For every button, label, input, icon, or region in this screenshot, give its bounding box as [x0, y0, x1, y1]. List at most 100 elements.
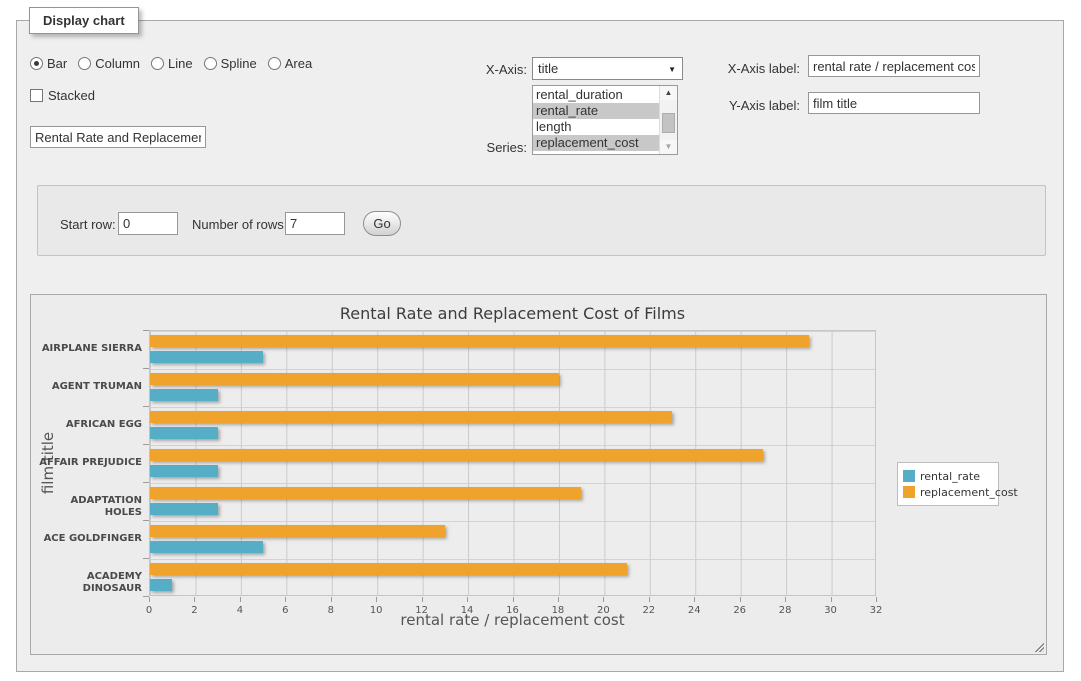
y-axis-tick: [143, 558, 149, 559]
chart-type-option-spline[interactable]: Spline: [204, 56, 257, 71]
series-option-length[interactable]: length: [533, 119, 659, 135]
replacement_cost-bar[interactable]: [150, 449, 763, 461]
x-axis-tick: [149, 597, 150, 602]
go-button[interactable]: Go: [363, 211, 401, 236]
scrollbar-thumb[interactable]: [662, 113, 675, 133]
x-tick-label: 24: [679, 605, 709, 616]
number-of-rows-input[interactable]: [285, 212, 345, 235]
x-axis-tick: [285, 597, 286, 602]
rental_rate-bar[interactable]: [150, 503, 218, 515]
chart-title-input[interactable]: [30, 126, 206, 148]
x-axis-tick: [331, 597, 332, 602]
y-axis-tick: [143, 444, 149, 445]
x-axis-tick: [240, 597, 241, 602]
scroll-down-icon[interactable]: ▼: [660, 140, 677, 154]
x-tick-label: 4: [225, 605, 255, 616]
chart-type-label: Area: [285, 56, 312, 71]
radio-button-icon[interactable]: [30, 57, 43, 70]
x-axis-tick: [422, 597, 423, 602]
start-row-label: Start row:: [60, 217, 116, 232]
plot-area: [149, 330, 876, 596]
display-chart-panel: Display chart BarColumnLineSplineArea St…: [16, 20, 1064, 672]
y-axis-tick: [143, 368, 149, 369]
rental_rate-bar[interactable]: [150, 389, 218, 401]
legend-color-swatch: [903, 470, 915, 482]
legend-item-rental_rate[interactable]: rental_rate: [903, 468, 993, 484]
replacement_cost-bar[interactable]: [150, 411, 672, 423]
series-options: rental_durationrental_ratelengthreplacem…: [533, 86, 659, 154]
replacement_cost-bar[interactable]: [150, 525, 445, 537]
x-tick-label: 10: [361, 605, 391, 616]
scrollbar-track[interactable]: [660, 100, 677, 140]
category-label: AFRICAN EGG: [32, 419, 142, 431]
category-label: ACE GOLDFINGER: [32, 533, 142, 545]
chart-type-label: Bar: [47, 56, 67, 71]
radio-button-icon[interactable]: [151, 57, 164, 70]
scroll-up-icon[interactable]: ▲: [660, 86, 677, 100]
x-axis-tick: [376, 597, 377, 602]
x-axis-select[interactable]: title ▼: [532, 57, 683, 80]
replacement_cost-bar[interactable]: [150, 373, 559, 385]
stacked-option: Stacked: [30, 88, 95, 103]
chart-type-option-column[interactable]: Column: [78, 56, 140, 71]
y-axis-title-input[interactable]: [808, 92, 980, 114]
chart-type-label: Line: [168, 56, 193, 71]
series-option-rental_duration[interactable]: rental_duration: [533, 87, 659, 103]
legend-item-replacement_cost[interactable]: replacement_cost: [903, 484, 993, 500]
x-tick-label: 16: [498, 605, 528, 616]
x-axis-tick: [467, 597, 468, 602]
y-axis-tick: [143, 406, 149, 407]
x-tick-label: 6: [270, 605, 300, 616]
chart-type-radio-group: Bar Column Line Spline Area: [30, 56, 312, 71]
x-tick-label: 12: [407, 605, 437, 616]
chart-type-label: Spline: [221, 56, 257, 71]
legend-series-name: rental_rate: [920, 470, 980, 483]
x-tick-label: 2: [179, 605, 209, 616]
x-axis-tick: [694, 597, 695, 602]
chart-container: Rental Rate and Replacement Cost of Film…: [30, 294, 1047, 655]
replacement_cost-bar[interactable]: [150, 563, 627, 575]
rental_rate-bar[interactable]: [150, 579, 172, 591]
x-tick-label: 32: [861, 605, 891, 616]
y-axis-tick: [143, 482, 149, 483]
x-tick-label: 20: [588, 605, 618, 616]
y-axis-title-label: Y-Axis label:: [700, 98, 800, 113]
chart-type-option-line[interactable]: Line: [151, 56, 193, 71]
series-option-rental_rate[interactable]: rental_rate: [533, 103, 659, 119]
series-listbox-label: Series:: [447, 140, 527, 155]
chart-title: Rental Rate and Replacement Cost of Film…: [149, 304, 876, 323]
replacement_cost-bar[interactable]: [150, 335, 809, 347]
x-tick-label: 22: [634, 605, 664, 616]
y-axis-tick: [143, 330, 149, 331]
rental_rate-bar[interactable]: [150, 465, 218, 477]
x-tick-label: 28: [770, 605, 800, 616]
replacement_cost-bar[interactable]: [150, 487, 581, 499]
x-axis-tick: [194, 597, 195, 602]
rental_rate-bar[interactable]: [150, 351, 263, 363]
number-of-rows-label: Number of rows:: [192, 217, 287, 232]
radio-button-icon[interactable]: [78, 57, 91, 70]
category-label: AGENT TRUMAN: [32, 381, 142, 393]
x-axis-tick: [558, 597, 559, 602]
panel-legend: Display chart: [29, 7, 139, 34]
x-tick-label: 18: [543, 605, 573, 616]
resize-handle-icon[interactable]: [1033, 641, 1044, 652]
radio-button-icon[interactable]: [204, 57, 217, 70]
start-row-input[interactable]: [118, 212, 178, 235]
rental_rate-bar[interactable]: [150, 427, 218, 439]
x-axis-title-input[interactable]: [808, 55, 980, 77]
series-listbox[interactable]: rental_durationrental_ratelengthreplacem…: [532, 85, 678, 155]
series-option-replacement_cost[interactable]: replacement_cost: [533, 135, 659, 151]
radio-button-icon[interactable]: [268, 57, 281, 70]
x-tick-label: 30: [816, 605, 846, 616]
category-label: AIRPLANE SIERRA: [32, 343, 142, 355]
chart-type-option-area[interactable]: Area: [268, 56, 312, 71]
row-range-box: [37, 185, 1046, 256]
rental_rate-bar[interactable]: [150, 541, 263, 553]
chart-type-option-bar[interactable]: Bar: [30, 56, 67, 71]
stacked-checkbox[interactable]: [30, 89, 43, 102]
series-scrollbar[interactable]: ▲ ▼: [659, 86, 677, 154]
x-tick-label: 14: [452, 605, 482, 616]
y-axis-tick: [143, 520, 149, 521]
x-axis-tick: [603, 597, 604, 602]
